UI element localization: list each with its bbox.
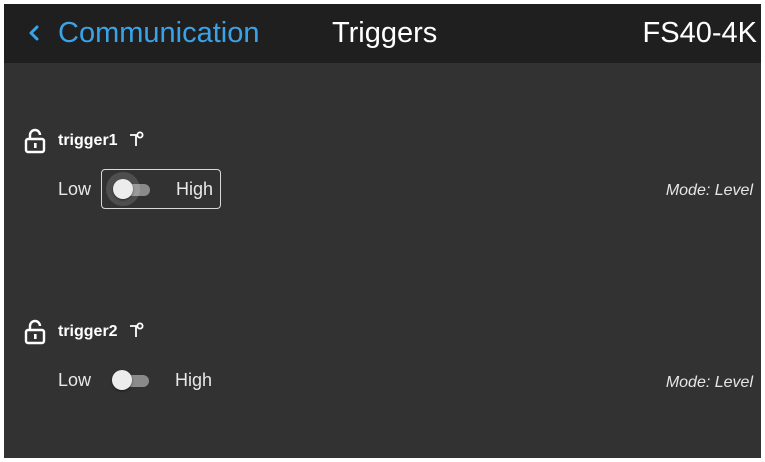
toggle-knob — [113, 179, 134, 199]
header-bar: Communication Triggers FS40-4K — [4, 4, 761, 63]
trigger-name: trigger1 — [58, 132, 118, 149]
trigger-toggle-container: High — [101, 360, 221, 400]
toggle-knob — [112, 370, 133, 390]
low-label: Low — [58, 178, 92, 199]
mode-label: Mode: Level — [665, 374, 753, 391]
back-label: Communication — [58, 17, 260, 49]
trigger-header-1: trigger1 — [24, 128, 144, 154]
high-label: High — [175, 369, 213, 390]
mode-label: Mode: Level — [665, 182, 753, 199]
low-label: Low — [58, 369, 92, 390]
trigger1-toggle[interactable] — [106, 172, 152, 206]
plug-icon — [128, 321, 144, 343]
page-title: Triggers — [332, 17, 438, 49]
trigger-toggle-container: High — [101, 169, 222, 209]
screen: Communication Triggers FS40-4K trigger1 … — [4, 4, 761, 458]
trigger-row-2: Low High — [58, 360, 221, 400]
trigger2-toggle[interactable] — [111, 369, 151, 391]
trigger-row-1: Low High — [58, 169, 222, 209]
back-button[interactable]: Communication — [24, 15, 259, 51]
plug-icon — [128, 130, 144, 152]
device-name: FS40-4K — [642, 17, 757, 49]
unlock-icon[interactable] — [24, 128, 46, 154]
trigger-name: trigger2 — [58, 323, 118, 340]
chevron-left-icon — [24, 18, 44, 48]
trigger-header-2: trigger2 — [24, 319, 144, 345]
high-label: High — [176, 178, 214, 199]
unlock-icon[interactable] — [24, 319, 46, 345]
